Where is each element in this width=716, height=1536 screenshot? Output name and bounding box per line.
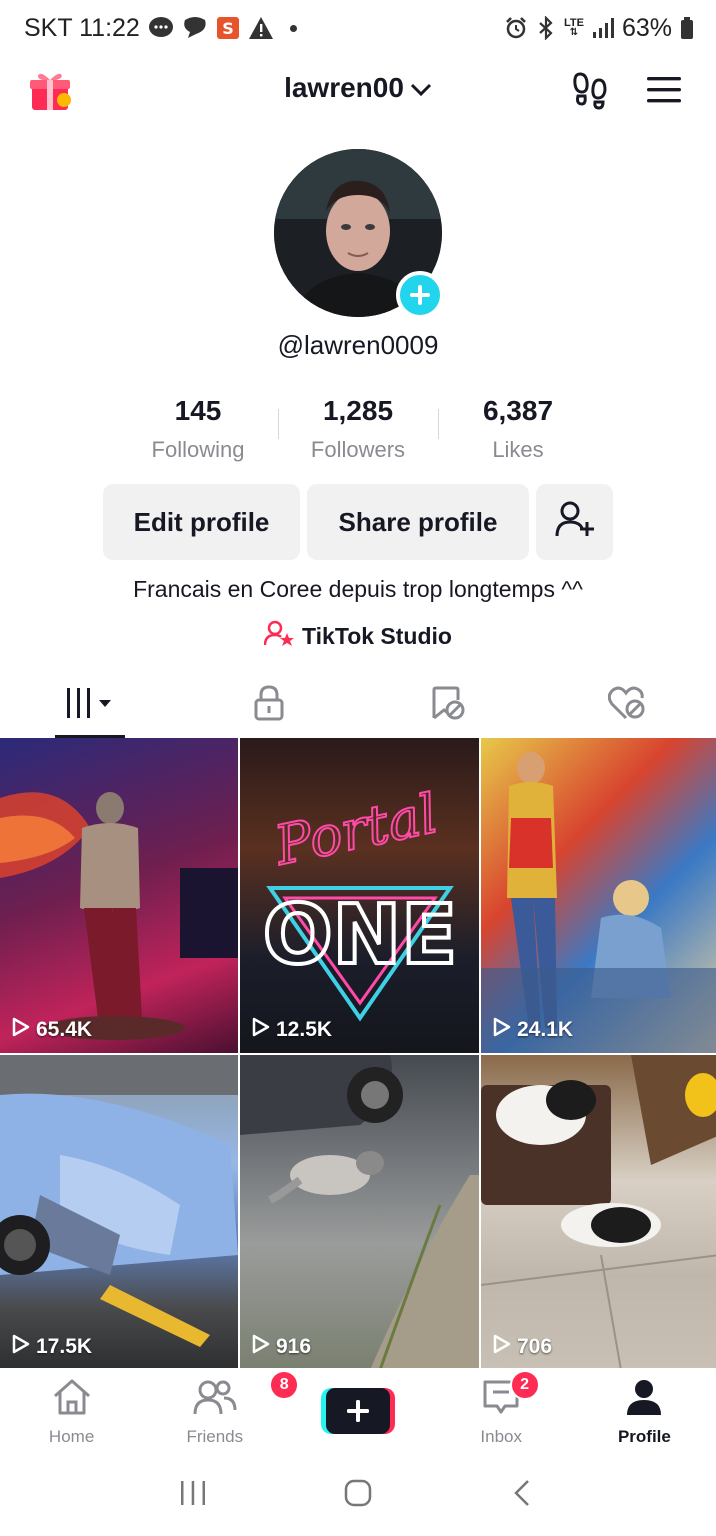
neon-script-text: Portal	[269, 782, 443, 878]
add-friend-icon	[555, 500, 595, 545]
profile-handle: @lawren0009	[277, 330, 439, 360]
view-count: 65.4K	[12, 1017, 92, 1043]
videos-grid-icon	[65, 686, 115, 725]
signal-icon	[592, 17, 614, 39]
stat-following[interactable]: 145 Following	[118, 395, 278, 470]
view-count: 916	[252, 1334, 311, 1360]
home-system-icon[interactable]	[343, 1478, 373, 1513]
tab-liked[interactable]	[537, 672, 716, 738]
status-carrier-time: SKT 11:22	[24, 13, 140, 42]
stat-followers[interactable]: 1,285 Followers	[278, 395, 438, 470]
profile-icon	[626, 1378, 662, 1421]
play-icon	[12, 1017, 30, 1043]
tiktok-studio-link[interactable]: TikTok Studio	[0, 620, 716, 652]
stat-number: 6,387	[482, 395, 554, 426]
view-count-value: 706	[517, 1335, 553, 1358]
nav-label: Profile	[617, 1427, 671, 1446]
play-icon	[252, 1334, 270, 1360]
view-count-value: 12.5K	[276, 1018, 333, 1041]
recent-apps-icon[interactable]	[178, 1478, 208, 1513]
create-button[interactable]	[321, 1388, 395, 1434]
chevron-down-icon	[410, 72, 432, 104]
home-icon	[52, 1378, 92, 1421]
video-thumbnail[interactable]: 65.4K	[0, 738, 238, 1053]
play-icon	[12, 1334, 30, 1360]
nav-label: Inbox	[480, 1427, 522, 1446]
video-thumbnail[interactable]: 706	[481, 1055, 716, 1370]
message-icon	[182, 16, 208, 40]
bluetooth-icon	[536, 16, 556, 40]
play-icon	[493, 1334, 511, 1360]
add-friend-button[interactable]	[536, 484, 613, 560]
nav-create[interactable]	[286, 1368, 429, 1454]
add-avatar-button[interactable]	[396, 271, 444, 319]
video-thumbnail[interactable]: 17.5K	[0, 1055, 238, 1370]
view-count-value: 916	[276, 1335, 312, 1358]
edit-profile-button[interactable]: Edit profile	[103, 484, 300, 560]
stat-label: Followers	[310, 437, 406, 462]
nav-friends[interactable]: 8 Friends	[143, 1368, 300, 1454]
profile-stats: 145 Following 1,285 Followers 6,387 Like…	[118, 395, 598, 470]
friends-icon	[193, 1378, 237, 1421]
bottom-nav: Home 8 Friends 2 Inbox Profile	[0, 1368, 716, 1454]
profile-header: lawren00	[0, 56, 716, 126]
plus-icon	[326, 1388, 390, 1434]
view-count: 12.5K	[252, 1017, 332, 1043]
stat-label: Following	[151, 437, 245, 462]
inbox-badge: 2	[509, 1370, 540, 1400]
stat-likes[interactable]: 6,387 Likes	[438, 395, 598, 470]
content-tabs	[0, 672, 716, 738]
stat-label: Likes	[492, 437, 544, 462]
more-notifications-dot	[289, 24, 297, 32]
footprints-icon[interactable]	[570, 70, 610, 110]
liked-hidden-icon	[607, 686, 646, 725]
warning-icon	[248, 16, 274, 40]
tab-reposts[interactable]	[358, 672, 537, 738]
share-profile-button[interactable]: Share profile	[307, 484, 529, 560]
play-icon	[493, 1017, 511, 1043]
repost-hidden-icon	[430, 686, 466, 725]
back-icon[interactable]	[508, 1478, 538, 1513]
view-count: 706	[493, 1334, 552, 1360]
view-count: 17.5K	[12, 1334, 92, 1360]
stat-number: 1,285	[322, 395, 394, 426]
app-notification-icon: S	[216, 16, 240, 40]
alarm-icon	[504, 16, 528, 40]
tab-private[interactable]	[179, 672, 358, 738]
view-count-value: 65.4K	[36, 1018, 93, 1041]
menu-icon[interactable]	[644, 70, 684, 110]
video-thumbnail[interactable]: Portal ONE 12.5K	[240, 738, 479, 1053]
nav-inbox[interactable]: 2 Inbox	[430, 1368, 573, 1454]
battery-icon	[680, 16, 694, 40]
studio-label: TikTok Studio	[302, 622, 452, 649]
view-count-value: 24.1K	[517, 1018, 574, 1041]
view-count: 24.1K	[493, 1017, 573, 1043]
svg-text:S: S	[222, 19, 234, 38]
tab-videos[interactable]	[0, 672, 179, 738]
chat-bubble-icon	[148, 16, 174, 40]
neon-block-text: ONE	[263, 888, 457, 983]
battery-percent: 63%	[621, 13, 672, 42]
stat-number: 145	[174, 395, 222, 426]
studio-icon	[263, 620, 295, 652]
nav-profile[interactable]: Profile	[573, 1368, 716, 1454]
lte-icon: LTE ⇅	[563, 17, 584, 38]
play-icon	[252, 1017, 270, 1043]
video-thumbnail[interactable]: 916	[240, 1055, 479, 1370]
nav-label: Home	[48, 1427, 95, 1446]
video-thumbnail[interactable]: 24.1K	[481, 738, 716, 1053]
lock-icon	[253, 684, 285, 726]
status-bar: SKT 11:22 S LTE ⇅ 63%	[0, 0, 716, 56]
system-nav-bar	[0, 1454, 716, 1536]
video-grid: 65.4K Portal ONE 12.5K 24.1K 17.5K 916 7…	[0, 738, 716, 1370]
view-count-value: 17.5K	[36, 1335, 93, 1358]
header-username: lawren00	[284, 72, 404, 103]
nav-label: Friends	[186, 1427, 244, 1446]
profile-bio: Francais en Coree depuis trop longtemps …	[133, 576, 583, 602]
nav-home[interactable]: Home	[0, 1368, 143, 1454]
